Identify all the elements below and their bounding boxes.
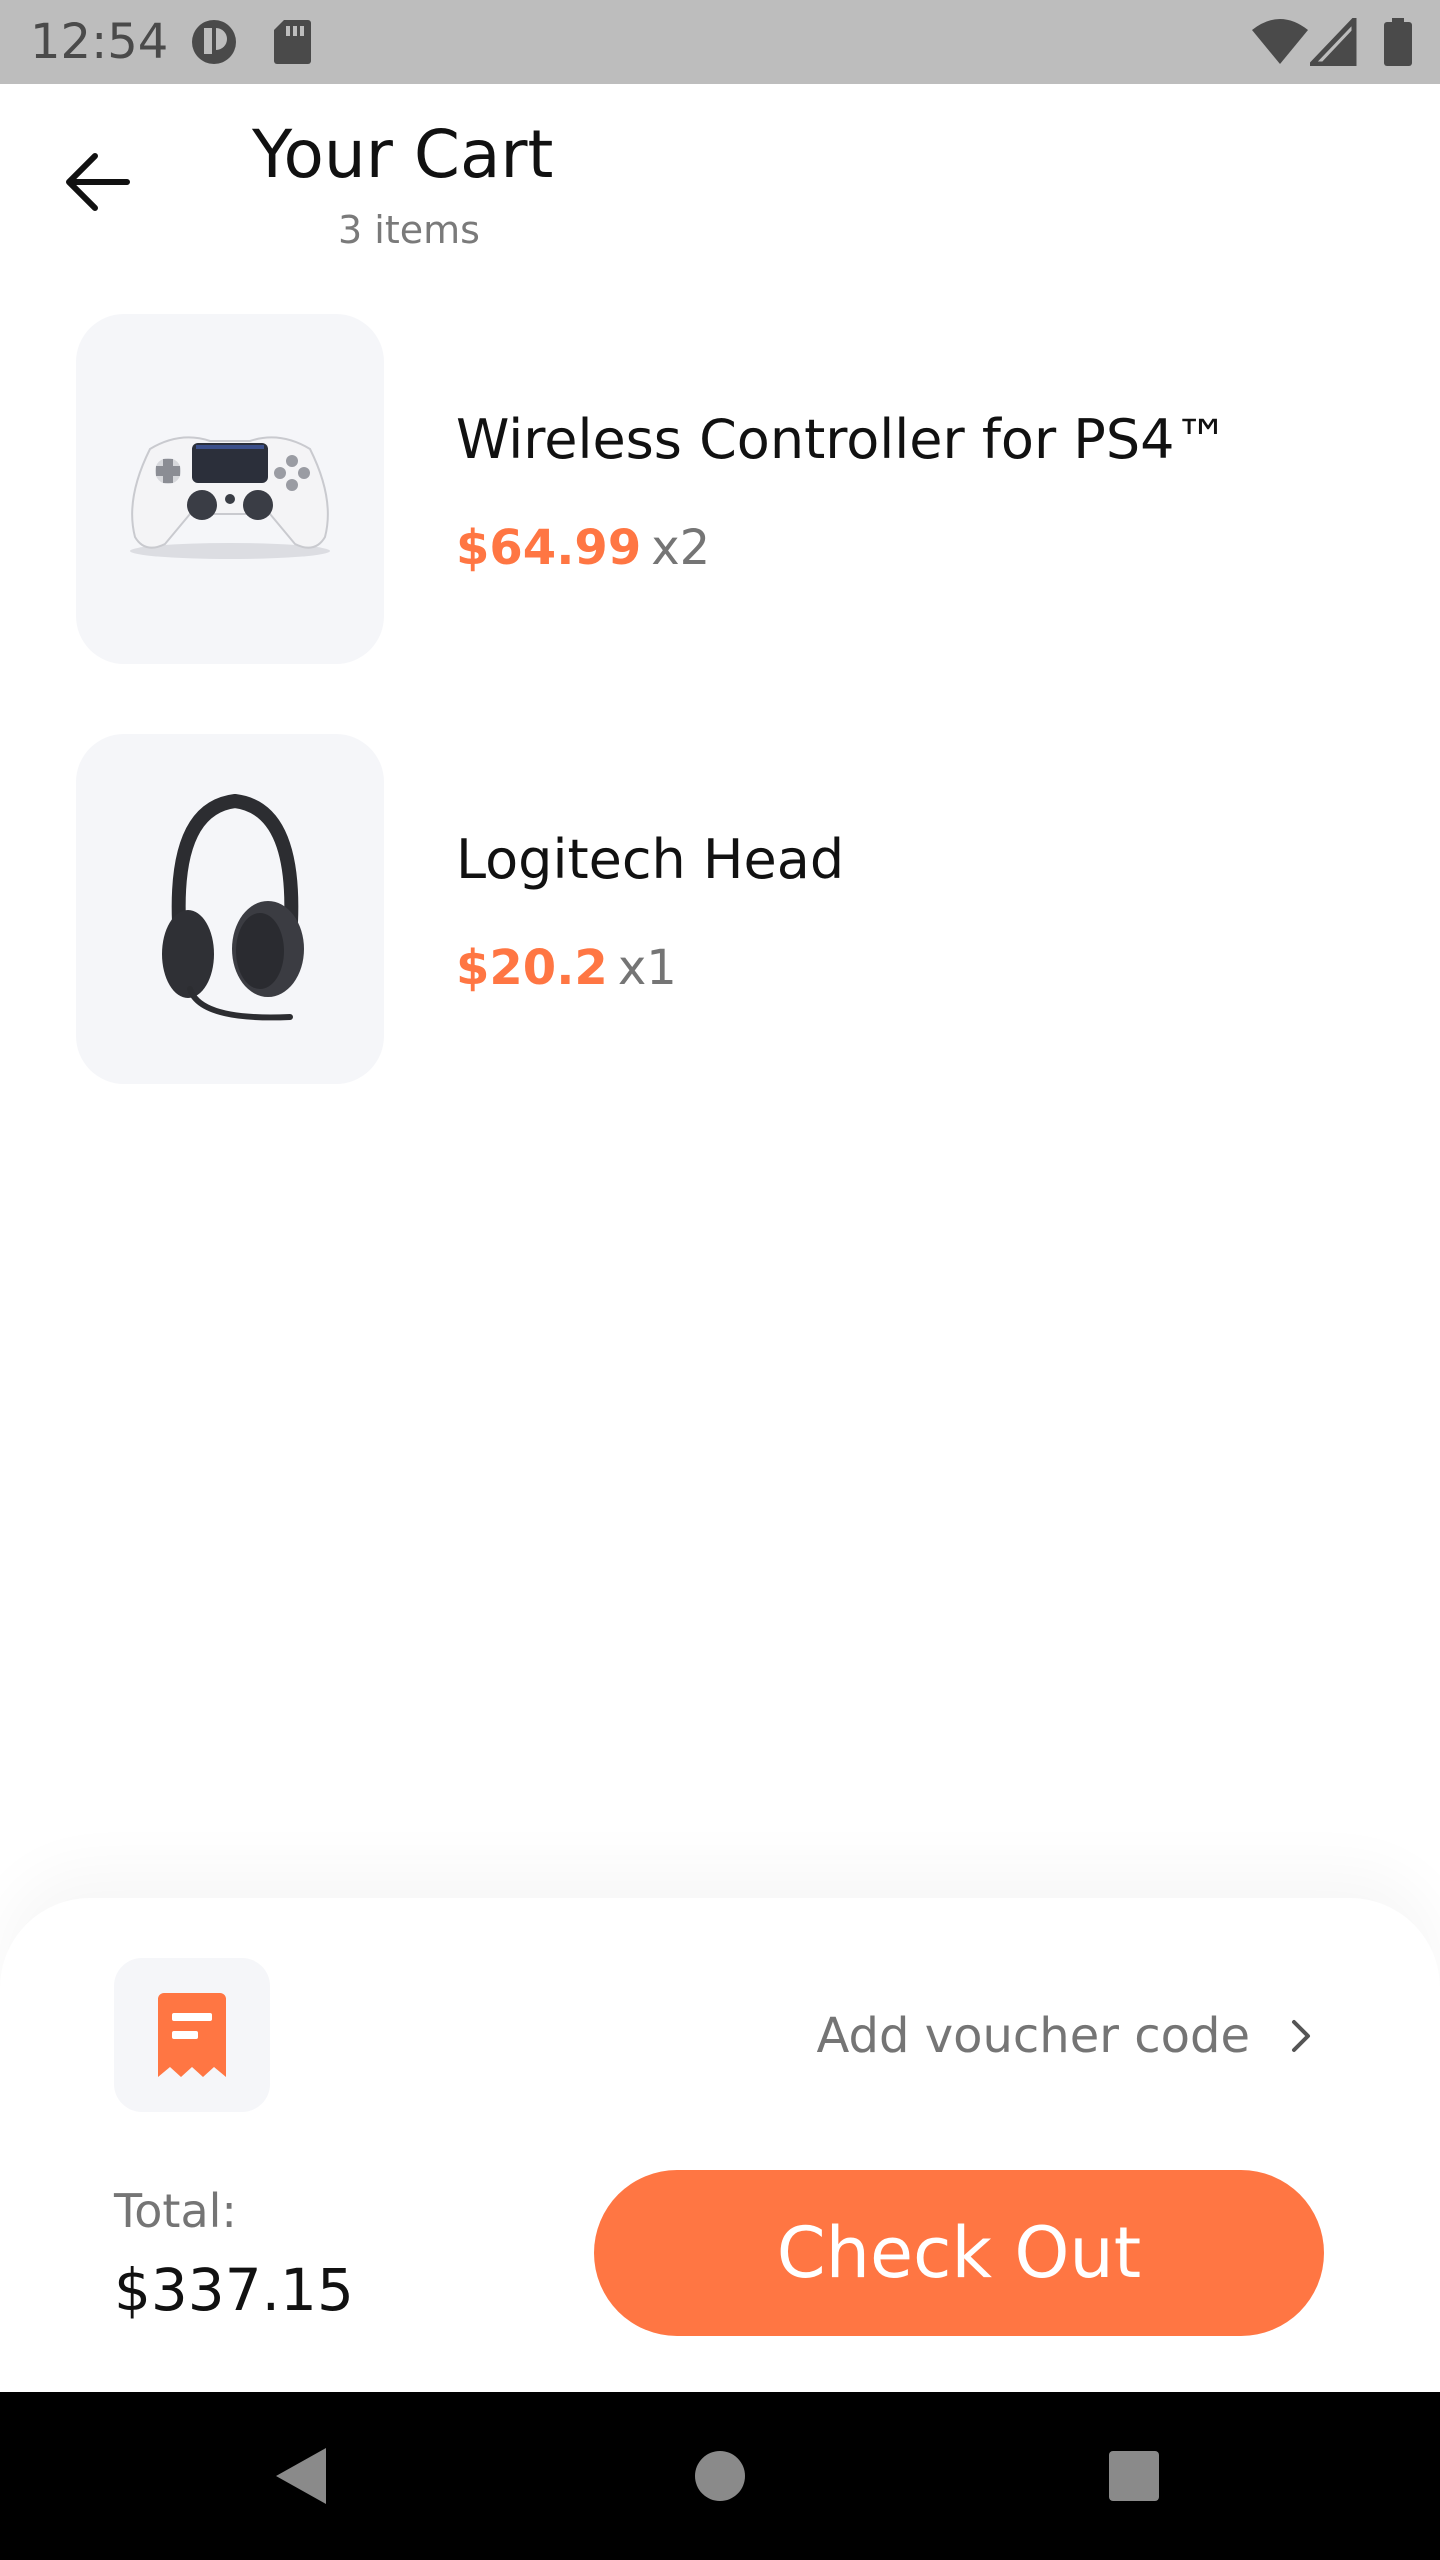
notification-icon bbox=[190, 18, 242, 70]
receipt-icon bbox=[158, 1993, 226, 2077]
cart-item[interactable]: Logitech Head $20.2 x1 bbox=[76, 734, 1376, 1086]
product-name: Logitech Head bbox=[456, 828, 845, 891]
product-thumbnail bbox=[76, 314, 384, 664]
product-price-line: $64.99 x2 bbox=[456, 520, 710, 576]
cart-item[interactable]: Wireless Controller for PS4™ $64.99 x2 bbox=[76, 314, 1376, 666]
game-controller-image bbox=[130, 436, 330, 559]
navigation-bar bbox=[0, 2392, 1440, 2560]
signal-icon bbox=[1306, 13, 1358, 70]
status-time: 12:54 bbox=[30, 14, 169, 70]
voucher-label: Add voucher code bbox=[816, 2008, 1250, 2064]
product-name: Wireless Controller for PS4™ bbox=[456, 408, 1229, 471]
checkout-panel: Add voucher code Total: $337.15 Check Ou… bbox=[0, 1898, 1440, 2392]
product-quantity: x1 bbox=[617, 940, 677, 996]
battery-icon bbox=[1384, 18, 1412, 70]
status-bar: 12:54 bbox=[0, 0, 1440, 84]
nav-back-button[interactable] bbox=[260, 2436, 340, 2516]
checkout-button[interactable]: Check Out bbox=[594, 2170, 1324, 2336]
arrow-left-icon bbox=[66, 153, 130, 211]
headphones-image bbox=[162, 793, 304, 1021]
sd-card-icon bbox=[272, 18, 312, 70]
total-value: $337.15 bbox=[114, 2256, 354, 2324]
back-triangle-icon bbox=[276, 2448, 326, 2504]
total-label: Total: bbox=[114, 2184, 237, 2238]
nav-home-button[interactable] bbox=[680, 2436, 760, 2516]
chevron-right-icon bbox=[1292, 2020, 1310, 2052]
add-voucher-link[interactable]: Add voucher code bbox=[817, 2008, 1312, 2064]
voucher-icon-box[interactable] bbox=[114, 1958, 270, 2112]
recents-square-icon bbox=[1109, 2451, 1159, 2501]
product-price: $20.2 bbox=[456, 940, 608, 996]
back-button[interactable] bbox=[56, 140, 140, 224]
nav-recents-button[interactable] bbox=[1094, 2436, 1174, 2516]
item-count: 3 items bbox=[338, 208, 480, 252]
product-quantity: x2 bbox=[651, 520, 711, 576]
home-circle-icon bbox=[695, 2451, 745, 2501]
product-price-line: $20.2 x1 bbox=[456, 940, 677, 996]
wifi-icon bbox=[1252, 18, 1308, 70]
product-price: $64.99 bbox=[456, 520, 642, 576]
page-title: Your Cart bbox=[252, 116, 554, 193]
product-thumbnail bbox=[76, 734, 384, 1084]
